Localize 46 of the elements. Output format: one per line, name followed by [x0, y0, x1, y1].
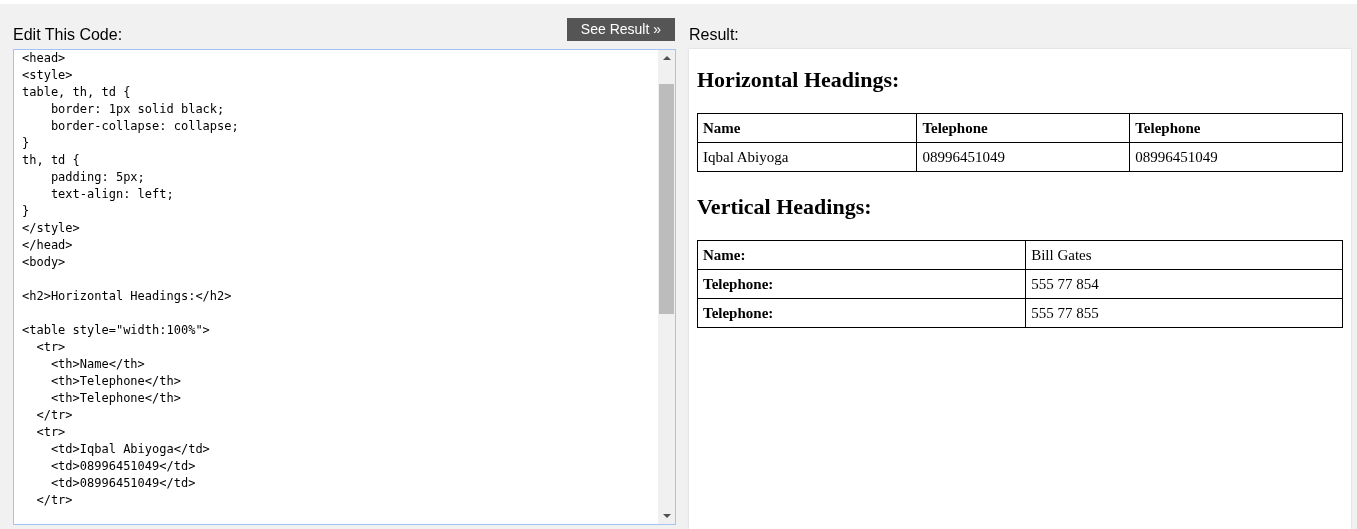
table-cell: Iqbal Abiyoga	[697, 142, 917, 172]
code-line: <h2>Horizontal Headings:</h2>	[22, 288, 233, 305]
code-line: border: 1px solid black;	[49, 101, 226, 118]
code-line: <style>	[22, 67, 74, 84]
code-line: <td>08996451049</td>	[49, 458, 197, 475]
code-line: table, th, td {	[22, 84, 132, 101]
table-cell: 08996451049	[916, 142, 1130, 172]
code-line: </style>	[22, 220, 81, 237]
header-cell: Name	[697, 113, 917, 143]
scrollbar-thumb[interactable]	[659, 84, 674, 314]
table-cell: Bill Gates	[1025, 240, 1343, 270]
section-heading: Vertical Headings:	[697, 194, 873, 220]
code-line: <body>	[22, 254, 67, 271]
code-line: }	[22, 203, 31, 220]
code-line: text-align: left;	[49, 186, 175, 203]
code-line: <tr>	[35, 339, 67, 356]
header-cell: Telephone:	[697, 269, 1026, 299]
code-line: th, td {	[22, 152, 81, 169]
code-line: <head>	[22, 50, 67, 67]
see-result-button[interactable]: See Result »	[566, 18, 675, 41]
table-cell: 555 77 854	[1025, 269, 1343, 299]
scroll-up-icon[interactable]	[662, 56, 671, 60]
code-line: <tr>	[35, 424, 67, 441]
code-line: </head>	[22, 237, 74, 254]
code-line: <th>Telephone</th>	[49, 373, 182, 390]
scroll-down-icon[interactable]	[662, 514, 671, 518]
code-line: </tr>	[35, 492, 74, 509]
header-cell: Telephone	[1129, 113, 1343, 143]
result-label: Result:	[689, 26, 739, 45]
code-line: border-collapse: collapse;	[49, 118, 240, 135]
table-cell: 555 77 855	[1025, 298, 1343, 328]
header-cell: Telephone:	[697, 298, 1026, 328]
code-line: }	[22, 135, 31, 152]
code-line: <td>Iqbal Abiyoga</td>	[49, 441, 211, 458]
code-line: <th>Telephone</th>	[49, 390, 182, 407]
code-line: <table style="width:100%">	[22, 322, 211, 339]
table-cell: 08996451049	[1129, 142, 1343, 172]
editor-label: Edit This Code:	[13, 26, 123, 45]
code-line: <td>08996451049</td>	[49, 475, 197, 492]
header-cell: Name:	[697, 240, 1026, 270]
header-cell: Telephone	[916, 113, 1130, 143]
code-line: <th>Name</th>	[49, 356, 146, 373]
section-heading: Horizontal Headings:	[697, 67, 901, 93]
scrollbar[interactable]	[658, 50, 675, 524]
code-line: padding: 5px;	[49, 169, 146, 186]
code-line: </tr>	[35, 407, 74, 424]
